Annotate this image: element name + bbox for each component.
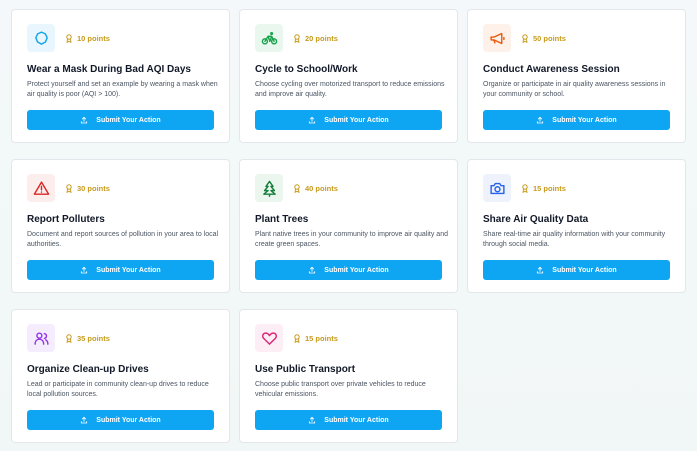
medal-icon xyxy=(65,33,77,43)
action-title: Cycle to School/Work xyxy=(255,64,358,75)
submit-action-button[interactable]: Submit Your Action xyxy=(27,410,214,430)
action-title: Conduct Awareness Session xyxy=(483,64,620,75)
points-badge: 50 points xyxy=(521,34,566,43)
tree-icon xyxy=(255,174,283,202)
submit-button-label: Submit Your Action xyxy=(96,116,161,124)
card-header: 15 points xyxy=(255,324,338,352)
action-card: 35 points Organize Clean-up Drives Lead … xyxy=(11,309,230,443)
medal-icon xyxy=(521,183,533,193)
action-description: Protect yourself and set an example by w… xyxy=(27,81,218,98)
action-description: Plant native trees in your community to … xyxy=(255,231,448,248)
action-card: 30 points Report Polluters Document and … xyxy=(11,159,230,293)
medal-icon xyxy=(65,333,77,343)
card-header: 50 points xyxy=(483,24,566,52)
action-description: Organize or participate in air quality a… xyxy=(483,81,666,98)
submit-action-button[interactable]: Submit Your Action xyxy=(27,110,214,130)
points-label: 40 points xyxy=(305,183,338,193)
card-header: 20 points xyxy=(255,24,338,52)
points-badge: 15 points xyxy=(521,184,566,193)
heart-icon xyxy=(255,324,283,352)
submit-button-label: Submit Your Action xyxy=(324,416,389,424)
medal-icon xyxy=(65,183,77,193)
submit-button-label: Submit Your Action xyxy=(552,116,617,124)
points-badge: 30 points xyxy=(65,184,110,193)
action-card: 10 points Wear a Mask During Bad AQI Day… xyxy=(11,9,230,143)
points-label: 20 points xyxy=(305,33,338,43)
action-description: Lead or participate in community clean-u… xyxy=(27,381,209,398)
points-label: 10 points xyxy=(77,33,110,43)
action-title: Share Air Quality Data xyxy=(483,214,589,225)
warning-icon xyxy=(27,174,55,202)
upload-icon xyxy=(308,116,324,124)
submit-button-label: Submit Your Action xyxy=(324,116,389,124)
action-card: 15 points Use Public Transport Choose pu… xyxy=(239,309,458,443)
action-description: Choose cycling over motorized transport … xyxy=(255,81,445,98)
submit-action-button[interactable]: Submit Your Action xyxy=(483,110,670,130)
upload-icon xyxy=(536,116,552,124)
medal-icon xyxy=(293,333,305,343)
action-title: Wear a Mask During Bad AQI Days xyxy=(27,64,191,75)
submit-button-label: Submit Your Action xyxy=(324,266,389,274)
submit-action-button[interactable]: Submit Your Action xyxy=(483,260,670,280)
medal-icon xyxy=(293,33,305,43)
points-badge: 40 points xyxy=(293,184,338,193)
card-header: 15 points xyxy=(483,174,566,202)
megaphone-icon xyxy=(483,24,511,52)
points-label: 50 points xyxy=(533,33,566,43)
action-description: Share real-time air quality information … xyxy=(483,231,666,248)
points-badge: 10 points xyxy=(65,34,110,43)
action-title: Use Public Transport xyxy=(255,364,356,375)
medal-icon xyxy=(293,183,305,193)
action-card: 15 points Share Air Quality Data Share r… xyxy=(467,159,686,293)
points-badge: 20 points xyxy=(293,34,338,43)
points-label: 35 points xyxy=(77,333,110,343)
upload-icon xyxy=(80,116,96,124)
submit-action-button[interactable]: Submit Your Action xyxy=(27,260,214,280)
action-card: 50 points Conduct Awareness Session Orga… xyxy=(467,9,686,143)
upload-icon xyxy=(80,416,96,424)
mask-icon xyxy=(27,24,55,52)
action-card: 40 points Plant Trees Plant native trees… xyxy=(239,159,458,293)
action-description: Document and report sources of pollution… xyxy=(27,231,219,248)
upload-icon xyxy=(308,416,324,424)
action-title: Report Polluters xyxy=(27,214,105,225)
upload-icon xyxy=(80,266,96,274)
points-label: 15 points xyxy=(533,183,566,193)
submit-action-button[interactable]: Submit Your Action xyxy=(255,260,442,280)
action-title: Organize Clean-up Drives xyxy=(27,364,149,375)
submit-action-button[interactable]: Submit Your Action xyxy=(255,110,442,130)
upload-icon xyxy=(536,266,552,274)
submit-button-label: Submit Your Action xyxy=(96,266,161,274)
card-header: 10 points xyxy=(27,24,110,52)
points-label: 15 points xyxy=(305,333,338,343)
camera-icon xyxy=(483,174,511,202)
card-header: 40 points xyxy=(255,174,338,202)
card-header: 35 points xyxy=(27,324,110,352)
action-description: Choose public transport over private veh… xyxy=(255,381,426,398)
medal-icon xyxy=(521,33,533,43)
users-icon xyxy=(27,324,55,352)
card-header: 30 points xyxy=(27,174,110,202)
action-card: 20 points Cycle to School/Work Choose cy… xyxy=(239,9,458,143)
points-badge: 15 points xyxy=(293,334,338,343)
points-badge: 35 points xyxy=(65,334,110,343)
submit-button-label: Submit Your Action xyxy=(96,416,161,424)
submit-button-label: Submit Your Action xyxy=(552,266,617,274)
action-title: Plant Trees xyxy=(255,214,309,225)
action-grid: 10 points Wear a Mask During Bad AQI Day… xyxy=(0,0,697,451)
upload-icon xyxy=(308,266,324,274)
submit-action-button[interactable]: Submit Your Action xyxy=(255,410,442,430)
bicycle-icon xyxy=(255,24,283,52)
points-label: 30 points xyxy=(77,183,110,193)
